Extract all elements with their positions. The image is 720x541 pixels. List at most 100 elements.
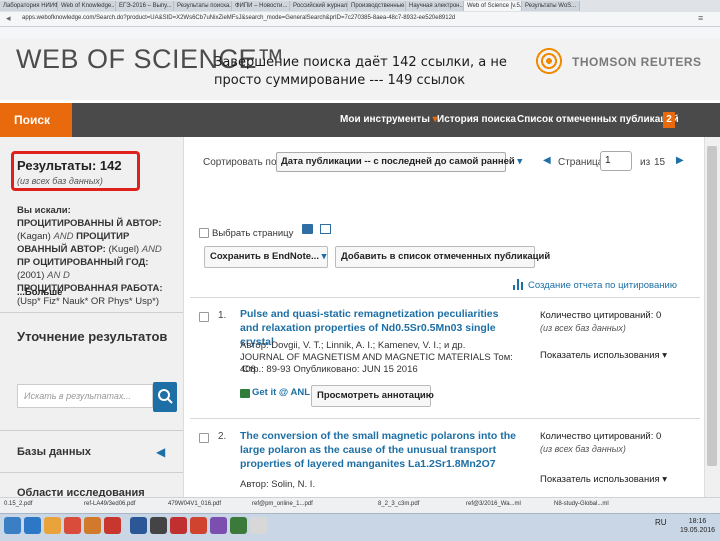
record-pages: Стр.: 89-93 Опубликовано: JUN 15 2016: [242, 364, 418, 375]
get-it-icon: [240, 389, 250, 398]
thomson-reuters-logo-icon: [532, 44, 566, 78]
next-page-icon[interactable]: ▶: [676, 155, 684, 166]
browser-tab[interactable]: Результаты WoS...: [522, 1, 580, 11]
folder-icon[interactable]: [44, 517, 61, 534]
download-item[interactable]: ref-LA49/3ed06.pdf: [84, 499, 135, 510]
clock-time: 18:16: [688, 518, 707, 525]
search-icon: [158, 389, 173, 404]
email-icon[interactable]: [320, 224, 331, 234]
browser-tab[interactable]: Научная электрон...: [406, 1, 464, 11]
chevron-left-icon[interactable]: ◀: [156, 445, 165, 459]
url-field[interactable]: apps.webofknowledge.com/Search.do?produc…: [22, 14, 622, 23]
media-icon[interactable]: [150, 517, 167, 534]
sidebar: [0, 137, 184, 497]
divider: [0, 430, 183, 431]
usage-count[interactable]: Показатель использования ▾: [540, 350, 667, 361]
refine-title: Уточнение результатов: [17, 329, 168, 344]
page-label: Страница: [558, 157, 604, 168]
divider: [0, 472, 183, 473]
acrobat-icon[interactable]: [170, 517, 187, 534]
clock[interactable]: 18:16 19.05.2016: [680, 517, 715, 535]
word-icon[interactable]: [130, 517, 147, 534]
refine-search-input[interactable]: Искать в результатах...: [17, 384, 153, 408]
record-authors: Автор: Solin, N. I.: [240, 479, 316, 490]
page-number-input[interactable]: 1: [600, 151, 632, 171]
more-link[interactable]: ...Больше: [17, 287, 62, 298]
usage-count[interactable]: Показатель использования ▾: [540, 474, 667, 485]
download-item[interactable]: 479W04V1_016.pdf: [168, 499, 221, 510]
citation-scope: (из всех баз данных): [540, 444, 626, 454]
add-to-marked-button[interactable]: Добавить в список отмеченных публикаций: [335, 246, 550, 268]
scrollbar-thumb[interactable]: [707, 146, 717, 466]
divider: [190, 297, 700, 298]
prev-page-icon[interactable]: ◀: [543, 155, 551, 166]
powerpoint-icon[interactable]: [190, 517, 207, 534]
paint-icon[interactable]: [250, 517, 267, 534]
bar-chart-icon-bar: [521, 282, 523, 290]
record-number: 2.: [218, 431, 227, 442]
opera-icon[interactable]: [104, 517, 121, 534]
bar-chart-icon-bar: [517, 279, 519, 290]
page-of-label: из: [640, 157, 651, 168]
download-item[interactable]: 8_2_3_c3m.pdf: [378, 499, 419, 510]
browser-tab[interactable]: Производственные...: [348, 1, 406, 11]
citation-report-link[interactable]: Создание отчета по цитированию: [528, 280, 677, 291]
chevron-down-icon: ▾: [321, 251, 327, 262]
download-item[interactable]: N8-study-Global...ml: [554, 499, 609, 510]
record-authors: Автор: Dovgii, V. T.; Linnik, A. I.; Kam…: [240, 340, 466, 351]
save-endnote-label: Сохранить в EndNote...: [210, 251, 319, 262]
select-page-checkbox[interactable]: [199, 228, 209, 238]
language-indicator[interactable]: RU: [655, 518, 667, 527]
download-item[interactable]: ref@pm_online_1...pdf: [252, 499, 313, 510]
app-icon[interactable]: [210, 517, 227, 534]
excel-icon[interactable]: [230, 517, 247, 534]
sort-label: Сортировать по:: [203, 157, 280, 168]
clock-date: 19.05.2016: [680, 527, 716, 534]
chevron-down-icon: ▾: [517, 156, 523, 167]
browser-tab[interactable]: Web of Knowledge...: [58, 1, 116, 11]
browser-tab[interactable]: Российский журнал...: [290, 1, 348, 11]
record-checkbox[interactable]: [199, 433, 209, 443]
sort-select[interactable]: Дата публикации -- с последней до самой …: [276, 152, 522, 172]
select-page-label: Выбрать страницу: [212, 228, 294, 239]
browser-tab[interactable]: Результаты поиска...: [174, 1, 232, 11]
highlight-box: [11, 151, 140, 191]
sort-value: Дата публикации -- с последней до самой …: [281, 156, 515, 167]
refine-search-button[interactable]: [153, 382, 177, 412]
print-icon[interactable]: [302, 224, 313, 234]
divider: [190, 418, 700, 419]
nav-my-tools[interactable]: Мои инструменты ▾: [340, 103, 438, 137]
save-endnote-button[interactable]: Сохранить в EndNote... ▾: [204, 246, 328, 268]
browser-tab[interactable]: ЕГЭ-2016 – Выпу...: [116, 1, 174, 11]
slide-caption: Завершение поиска даёт 142 ссылки, а не …: [214, 55, 507, 88]
record-number: 1.: [218, 310, 227, 321]
divider: [0, 312, 183, 313]
get-it-link[interactable]: Get it @ ANL: [252, 387, 310, 398]
citation-count[interactable]: Количество цитирований: 0: [540, 431, 661, 442]
download-item[interactable]: ref@3/2016_Wa...ml: [466, 499, 521, 510]
bar-chart-icon-bar: [513, 285, 515, 290]
nav-search-tab[interactable]: Поиск: [0, 103, 72, 137]
firefox-icon[interactable]: [84, 517, 101, 534]
thomson-reuters-logo: THOMSON REUTERS: [572, 55, 702, 69]
record-checkbox[interactable]: [199, 312, 209, 322]
page-total: 15: [654, 157, 666, 168]
back-icon[interactable]: ◂: [6, 13, 11, 24]
citation-scope: (из всех баз данных): [540, 323, 626, 333]
browser-tab[interactable]: Лаборатория НИИФ...: [0, 1, 58, 11]
view-abstract-button[interactable]: Просмотреть аннотацию: [311, 385, 434, 407]
start-icon[interactable]: [4, 517, 21, 534]
browser-tab[interactable]: ФИПИ – Новости...: [232, 1, 290, 11]
ie-icon[interactable]: [24, 517, 41, 534]
browser-tab-active[interactable]: Web of Science [v.5.2]: [464, 1, 522, 11]
menu-icon[interactable]: ≡: [698, 13, 703, 23]
nav-search-history[interactable]: История поиска: [437, 103, 516, 137]
citation-count[interactable]: Количество цитирований: 0: [540, 310, 661, 321]
record-title-link[interactable]: The conversion of the small magnetic pol…: [240, 429, 520, 471]
chrome-icon[interactable]: [64, 517, 81, 534]
bar-chart-icon: [513, 279, 524, 290]
nav-marked-list[interactable]: Список отмеченных публикаций: [517, 103, 679, 137]
marked-count-badge: 2: [663, 112, 675, 128]
databases-facet[interactable]: Базы данных: [17, 446, 91, 458]
download-item[interactable]: 0.15_2.pdf: [4, 499, 32, 510]
